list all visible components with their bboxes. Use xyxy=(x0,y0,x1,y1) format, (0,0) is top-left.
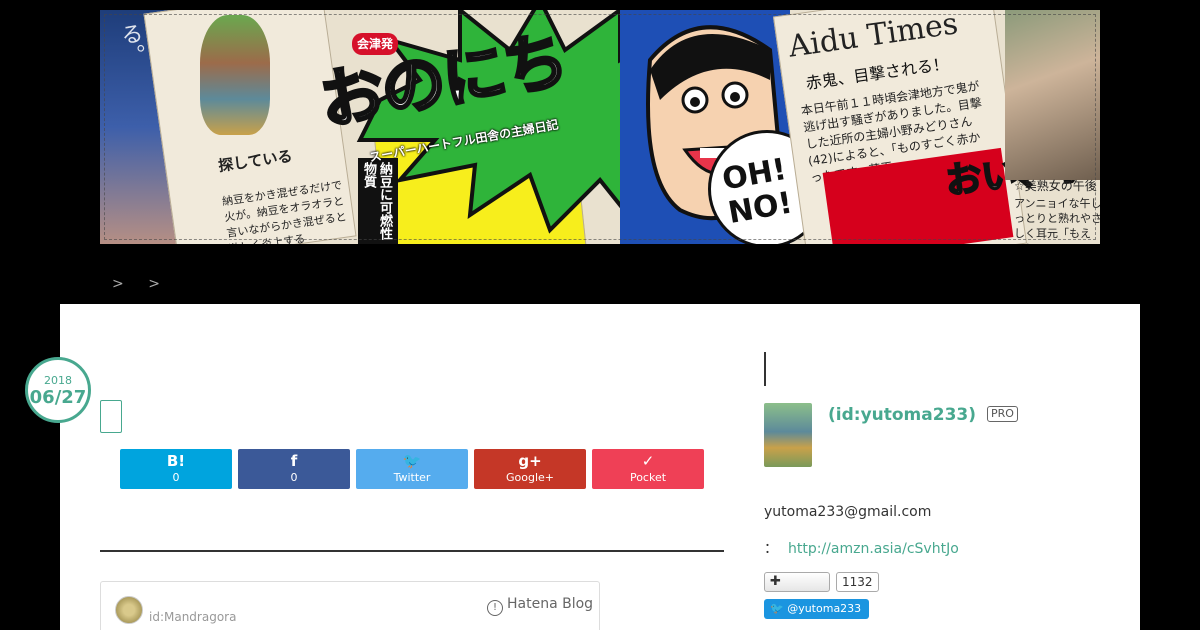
banner-side-article: アンニョイな午しっとりと熟れやさしく耳元「もえて！」 xyxy=(1014,197,1100,244)
hatena-blog-logo[interactable]: ! Hatena Blog xyxy=(487,596,593,616)
hatena-blog-brand: Hatena Blog xyxy=(507,596,594,612)
facebook-icon: f xyxy=(290,452,298,470)
hatena-bookmark-icon: B! xyxy=(166,452,186,470)
pocket-label: Pocket xyxy=(629,471,667,484)
breadcrumb-separator: > xyxy=(112,276,124,292)
hatena-follow-button[interactable]: ✚ xyxy=(764,572,830,592)
hatena-bookmark-count: 0 xyxy=(172,471,180,484)
post-title[interactable] xyxy=(100,400,122,433)
section-divider xyxy=(100,550,724,552)
pro-badge: PRO xyxy=(987,406,1018,422)
follower-count: 1132 xyxy=(836,572,879,592)
hatena-user-id[interactable]: id:Mandragora xyxy=(149,610,236,624)
sock-monkey-image xyxy=(200,15,270,135)
amazon-prefix: ： xyxy=(764,541,778,557)
plus-icon: ✚ xyxy=(770,574,781,589)
profile-id-link[interactable]: (id:yutoma233) xyxy=(828,405,976,425)
googleplus-label: Google+ xyxy=(505,471,554,484)
googleplus-share-button[interactable]: g+ Google+ xyxy=(474,449,586,489)
profile-email: yutoma233@gmail.com xyxy=(764,504,932,520)
banner-side-headline: ☆美熟女の午後 xyxy=(1014,179,1097,193)
banner-photo-right xyxy=(1005,10,1100,180)
post-date-badge: 2018 06/27 xyxy=(25,357,91,423)
facebook-count: 0 xyxy=(290,471,298,484)
amazon-wishlist: ： http://amzn.asia/cSvhtJo xyxy=(764,538,959,558)
post-date-year: 2018 xyxy=(44,374,72,387)
twitter-label: Twitter xyxy=(393,471,431,484)
hatena-blog-card[interactable]: id:Mandragora ! Hatena Blog xyxy=(100,581,600,630)
twitter-icon: 🐦 xyxy=(402,452,422,470)
pocket-share-button[interactable]: ✓ Pocket xyxy=(592,449,704,489)
pocket-icon: ✓ xyxy=(641,452,655,470)
page: 新しい挑戦、はじまる。 探している 納豆をかき混ぜるだけで火が。納豆をオラオラと… xyxy=(0,0,1200,630)
header-banner[interactable]: 新しい挑戦、はじまる。 探している 納豆をかき混ぜるだけで火が。納豆をオラオラと… xyxy=(100,10,1100,244)
twitter-handle: @yutoma233 xyxy=(787,602,862,615)
hatena-bookmark-button[interactable]: B! 0 xyxy=(120,449,232,489)
facebook-share-button[interactable]: f 0 xyxy=(238,449,350,489)
hatena-logo-icon: ! xyxy=(487,600,503,616)
googleplus-icon: g+ xyxy=(518,452,542,470)
avatar[interactable] xyxy=(115,596,143,624)
twitter-follow-button[interactable]: 🐦 @yutoma233 xyxy=(764,599,869,619)
twitter-share-button[interactable]: 🐦 Twitter xyxy=(356,449,468,489)
breadcrumb-separator: > xyxy=(148,276,160,292)
twitter-bird-icon: 🐦 xyxy=(770,602,788,615)
breadcrumb: > > xyxy=(112,276,180,292)
post-date-day: 06/27 xyxy=(29,387,87,408)
profile-avatar[interactable] xyxy=(764,403,812,467)
amazon-link[interactable]: http://amzn.asia/cSvhtJo xyxy=(788,541,959,557)
sidebar-heading-bar xyxy=(764,352,766,386)
share-buttons: B! 0 f 0 🐦 Twitter g+ Google+ ✓ Pocket xyxy=(120,449,704,489)
